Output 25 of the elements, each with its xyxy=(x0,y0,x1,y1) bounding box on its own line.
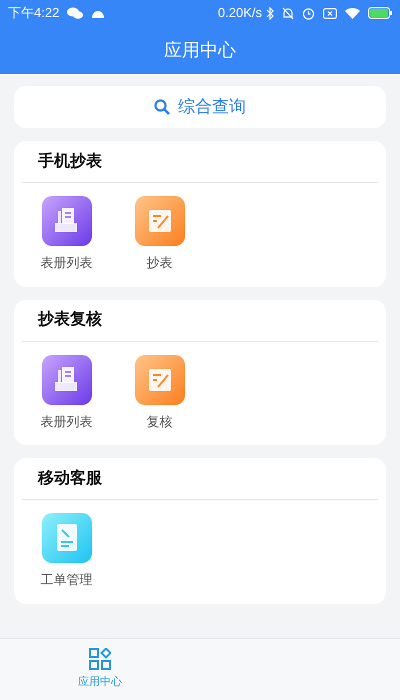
chat-icon xyxy=(67,7,84,19)
app-label[interactable]: 抄表 xyxy=(146,253,172,272)
register-icon[interactable] xyxy=(42,196,92,246)
page-title: 应用中心 xyxy=(164,38,236,62)
app-label[interactable]: 复核 xyxy=(146,412,172,431)
search-icon xyxy=(154,99,170,115)
section-title: 手机抄表 xyxy=(38,151,102,172)
section-title: 移动客服 xyxy=(38,468,102,488)
sim-icon xyxy=(323,8,337,18)
wifi-icon xyxy=(345,8,360,18)
edit-icon[interactable] xyxy=(134,196,184,246)
app-label[interactable]: 工单管理 xyxy=(40,570,92,590)
edit-icon[interactable] xyxy=(134,354,184,404)
battery-icon xyxy=(368,7,392,19)
status-time: 下午4:22 xyxy=(8,4,60,22)
bell-muted-icon xyxy=(282,6,294,20)
grid-icon xyxy=(89,648,111,670)
alarm-icon xyxy=(302,6,315,20)
section-title: 抄表复核 xyxy=(38,310,102,330)
app-label[interactable]: 表册列表 xyxy=(40,253,92,272)
app-label[interactable]: 表册列表 xyxy=(40,412,92,431)
bluetooth-icon xyxy=(266,6,274,20)
search-button[interactable]: 综合查询 xyxy=(14,86,386,128)
register-icon[interactable] xyxy=(42,354,92,404)
network-speed: 0.20K/s xyxy=(218,4,262,22)
